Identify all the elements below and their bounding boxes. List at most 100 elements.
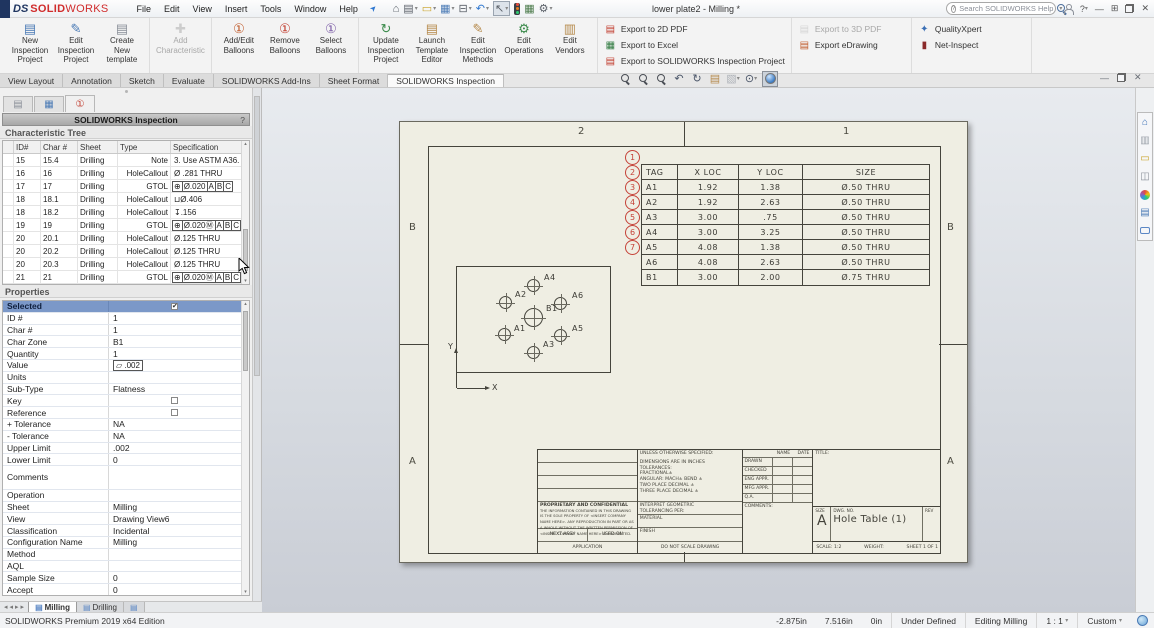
menu-item[interactable]: Edit [164,4,180,14]
file-explorer-icon[interactable]: ▭ [1139,152,1152,165]
property-row[interactable]: Classification Incidental [3,525,249,537]
table-row[interactable]: 18 18.2 Drilling HoleCallout ↧.156 [3,206,249,219]
last-sheet-icon[interactable]: ▸ [21,603,25,611]
minimize-button[interactable]: — [1095,4,1104,14]
doc-restore-icon[interactable] [1117,73,1126,82]
property-value-cell[interactable]: Drawing View6 [109,513,249,524]
property-row[interactable]: Configuration Name Milling [3,537,249,549]
home-icon[interactable]: ⌂ [393,3,400,15]
property-row[interactable]: Sub-Type Flatness [3,384,249,396]
table-row[interactable]: 20 20.2 Drilling HoleCallout Ø.125 THRU [3,245,249,258]
undo-icon[interactable]: ↶▾ [476,2,489,15]
property-row[interactable]: Units [3,372,249,384]
row-selector[interactable] [3,154,14,166]
command-tab[interactable]: SOLIDWORKS Add-Ins [214,74,320,87]
property-value-cell[interactable] [109,549,249,560]
command-tab[interactable]: Annotation [63,74,121,87]
hole-table-row[interactable]: B1 3.00 2.00 Ø.75 THRU [642,270,929,285]
table-row[interactable]: 21 21 Drilling GTOL ⊕Ø.020ⓂABC [3,271,249,284]
add-sheet-tab[interactable]: ▤ [124,602,145,612]
property-value-cell[interactable]: .002 [109,443,249,454]
row-selector[interactable] [3,258,14,270]
prev-sheet-icon[interactable]: ◂ [10,603,14,611]
property-value-cell[interactable] [109,395,249,406]
property-row[interactable]: Lower Limit 0 [3,454,249,466]
row-selector[interactable] [3,232,14,244]
property-row[interactable]: Char Zone B1 [3,336,249,348]
new-document-icon[interactable]: ▤▾ [403,2,417,15]
property-checkbox[interactable] [171,397,178,404]
ribbon-button[interactable]: Add Characteristic [154,20,207,56]
hole-table-row[interactable]: A1 1.92 1.38 Ø.50 THRU [642,180,929,195]
property-row[interactable]: Comments [3,466,249,490]
properties-scrollbar[interactable]: ▴▾ [241,301,249,595]
property-value-cell[interactable] [109,301,249,312]
ribbon-button[interactable]: Remove Balloons [262,20,308,56]
table-row[interactable]: 19 19 Drilling GTOL ⊕Ø.020ⓂABC [3,219,249,232]
stoplight-icon[interactable] [514,3,520,15]
menu-item[interactable]: Help [339,4,358,14]
menu-item[interactable]: File [136,4,151,14]
hole-table[interactable]: TAG X LOC Y LOC SIZE A1 1.92 1.38 Ø.50 T… [641,164,930,286]
hole-circle[interactable] [554,329,567,342]
ribbon-button[interactable]: Export to 2D PDF [602,23,690,36]
property-row[interactable]: Reference [3,407,249,419]
zoom-in-out-icon[interactable] [654,72,668,86]
row-selector[interactable] [3,245,14,257]
ribbon-button[interactable]: Export eDrawing [796,39,880,52]
drawing-sheet[interactable]: 21 BBAA TAG X LOC Y LOC SIZE A1 1.92 [399,121,968,563]
ribbon-button[interactable]: Export to 3D PDF [796,23,884,36]
property-row[interactable]: - Tolerance NA [3,431,249,443]
view-palette-icon[interactable]: ◫ [1139,170,1152,183]
ribbon-button[interactable]: Edit Inspection Project [53,20,99,66]
evaluate-icon[interactable]: ▦ [524,2,534,15]
property-value-cell[interactable] [109,561,249,572]
property-row[interactable]: Sample Size 0 [3,572,249,584]
hole-circle[interactable] [499,296,512,309]
print-icon[interactable]: ⊟▾ [459,2,472,15]
save-icon[interactable]: ▦▾ [440,2,454,15]
inspection-balloon[interactable]: 1 [625,150,640,165]
pin-icon[interactable]: ➤ [368,3,379,14]
view-settings-button[interactable] [762,71,778,87]
tab-characteristics-icon[interactable]: ▦ [34,96,64,112]
zoom-area-icon[interactable] [636,72,650,86]
ribbon-button[interactable]: Create New template [99,20,145,66]
property-row[interactable]: View Drawing View6 [3,513,249,525]
hole-circle[interactable] [498,328,511,341]
ribbon-button[interactable]: Update Inspection Project [363,20,409,66]
ribbon-button[interactable]: Export to SOLIDWORKS Inspection Project [602,55,787,68]
units-selector[interactable]: Custom ▾ [1077,613,1131,628]
home-icon[interactable]: ⌂ [1139,116,1152,129]
col-type[interactable]: Type [118,141,171,153]
select-tool-icon[interactable]: ↖▾ [493,1,510,16]
globe-icon[interactable] [1137,615,1148,626]
property-value-cell[interactable]: 0 [109,584,249,595]
property-value-cell[interactable]: Incidental [109,525,249,536]
row-selector[interactable] [3,193,14,205]
command-tab[interactable]: Evaluate [164,74,214,87]
property-value-cell[interactable]: 0 [109,454,249,465]
doc-minimize-icon[interactable]: — [1100,73,1109,83]
property-value-cell[interactable]: Milling [109,537,249,548]
property-row[interactable]: + Tolerance NA [3,419,249,431]
ribbon-button[interactable]: Export to Excel [602,39,680,52]
ribbon-button[interactable]: Edit Inspection Methods [455,20,501,66]
command-tab[interactable]: Sketch [121,74,164,87]
sheet-tab[interactable]: ▤ Drilling [77,602,124,612]
property-row[interactable]: ID # 1 [3,313,249,325]
hole-circle[interactable] [524,308,543,327]
ribbon-button[interactable]: Edit Operations [501,20,547,56]
property-row[interactable]: Quantity 1 [3,348,249,360]
property-value-cell[interactable] [109,490,249,501]
property-checkbox[interactable] [171,409,178,416]
redraw-icon[interactable]: ↻ [690,72,704,86]
property-value-cell[interactable]: 1 [109,313,249,324]
command-tab[interactable]: SOLIDWORKS Inspection [388,74,504,87]
table-row[interactable]: 17 17 Drilling GTOL ⊕Ø.020ABC [3,180,249,193]
hole-table-row[interactable]: A5 4.08 1.38 Ø.50 THRU [642,240,929,255]
hole-table-row[interactable]: A4 3.00 3.25 Ø.50 THRU [642,225,929,240]
scale-status[interactable]: 1 : 1 ▾ [1036,613,1077,628]
close-button[interactable]: ✕ [1141,3,1149,14]
hole-table-row[interactable]: A6 4.08 2.63 Ø.50 THRU [642,255,929,270]
